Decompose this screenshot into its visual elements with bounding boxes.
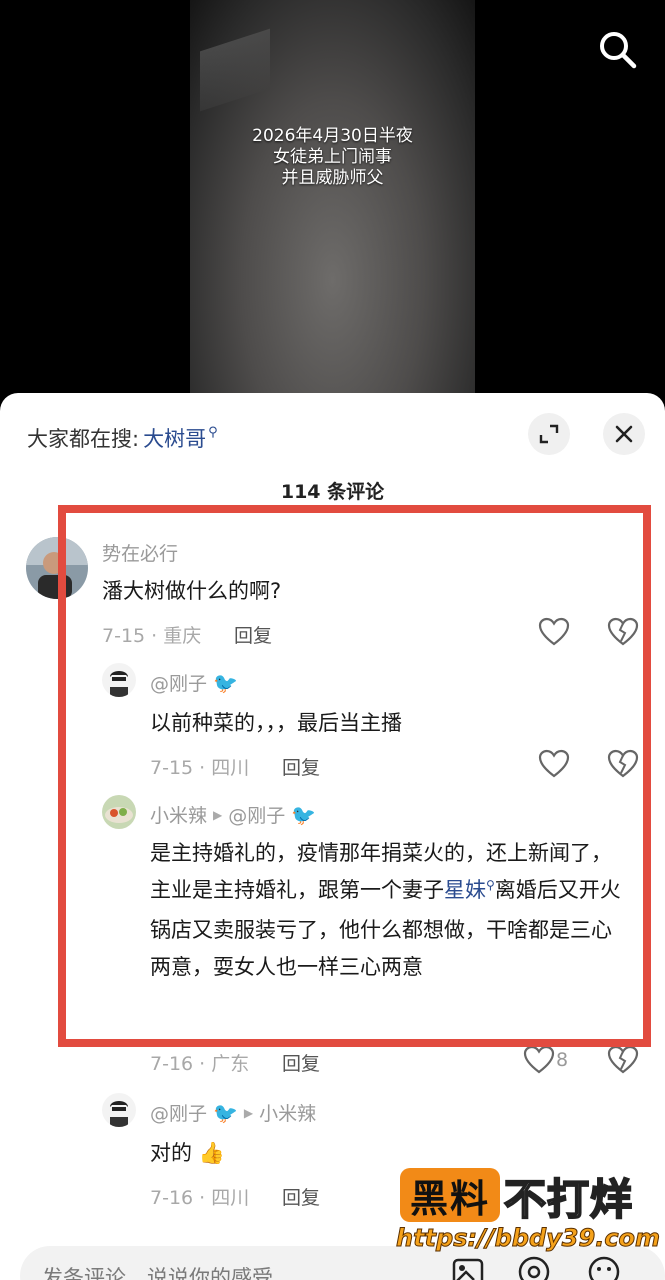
dislike-button[interactable] [606,615,640,649]
broken-heart-icon [607,1045,639,1074]
video-frame [190,0,475,400]
watermark: 黑料 不打烊 https://bbdy39.com [395,1166,661,1266]
reply-button[interactable]: 回复 [282,1049,320,1076]
reply-username[interactable]: @刚子 🐦 ▶ 小米辣 [150,1099,316,1126]
caption-line-2: 女徒弟上门闹事 [273,147,392,167]
caption-line-1: 2026年4月30日半夜 [252,126,413,146]
like-button[interactable] [522,1043,556,1077]
comment-text: 潘大树做什么的啊? [102,579,282,603]
video-caption: 2026年4月30日半夜 女徒弟上门闹事 并且威胁师父 [190,126,475,189]
reply-arrow-icon: ▶ [243,1105,254,1120]
expand-icon [539,424,559,444]
reply-text: 对的 👍 [150,1135,225,1172]
heart-icon [523,1045,555,1074]
reply-button[interactable]: 回复 [234,621,272,648]
inline-keyword-link[interactable]: 星妹 [444,878,486,902]
avatar[interactable] [102,1093,136,1127]
reply-arrow-icon: ▶ [213,807,223,822]
reply-username[interactable]: @刚子 🐦 [150,669,238,696]
reply-to-username: @刚子 [228,805,286,827]
hot-search-keyword[interactable]: 大树哥 [143,423,206,453]
watermark-badge: 黑料 [400,1168,500,1222]
broken-heart-icon [607,749,639,778]
like-count: 8 [556,1049,569,1071]
heart-icon [538,749,570,778]
dislike-button[interactable] [606,747,640,781]
search-button[interactable] [596,28,638,70]
reply-text: 以前种菜的，，，最后当主播 [150,711,402,735]
avatar[interactable] [102,663,136,697]
reply-text-content: 对的 [150,1141,192,1165]
reply-username[interactable]: 小米辣 ▶ @刚子 🐦 [150,801,316,828]
like-button[interactable] [537,615,571,649]
close-button[interactable] [603,413,645,455]
comment-sheet: 大家都在搜: 大树哥 ⚲ 114 条评论 势在必行 潘大树做什么的啊? 7-15… [0,393,665,1280]
avatar[interactable] [102,795,136,829]
reply-text: 是主持婚礼的，疫情那年捐菜火的，还上新闻了，主业是主持婚礼，跟第一个妻子星妹⚲离… [150,835,630,986]
reply-username-text: @刚子 [150,673,208,695]
search-small-icon: ⚲ [486,878,495,892]
reply-username-text: 小米辣 [150,805,208,827]
reply-button[interactable]: 回复 [282,1183,320,1210]
reply-username-text: @刚子 [150,1103,208,1125]
comment-username[interactable]: 势在必行 [102,539,178,566]
like-button[interactable] [537,747,571,781]
watermark-url: https://bbdy39.com [395,1224,661,1253]
video-player[interactable]: 2026年4月30日半夜 女徒弟上门闹事 并且威胁师父 [0,0,665,400]
bird-icon: 🐦 [213,670,238,695]
reply-button[interactable]: 回复 [282,753,320,780]
comments-count-title: 114 条评论 [280,481,385,503]
expand-button[interactable] [528,413,570,455]
reply-date-location: 7-15 · 四川 [150,757,250,779]
thumbs-up-icon: 👍 [198,1141,225,1165]
reply-to-username: 小米辣 [259,1103,317,1125]
hot-search-prefix: 大家都在搜: [27,427,140,451]
broken-heart-icon [607,617,639,646]
heart-icon [538,617,570,646]
reply-date-location: 7-16 · 广东 [150,1053,250,1075]
bird-icon: 🐦 [291,802,317,827]
comment-input[interactable]: 发条评论，说说你的感受 [42,1262,273,1280]
dislike-button[interactable] [606,1043,640,1077]
reply-date-location: 7-16 · 四川 [150,1187,250,1209]
video-background-rail [200,28,270,112]
caption-line-3: 并且威胁师父 [281,168,384,188]
close-icon [615,425,633,443]
hot-search[interactable]: 大家都在搜: 大树哥 ⚲ [27,423,218,453]
watermark-text: 不打烊 [503,1174,634,1225]
search-icon [600,32,637,69]
comment-date-location: 7-15 · 重庆 [102,625,202,647]
avatar[interactable] [26,537,88,599]
search-small-icon: ⚲ [208,424,218,440]
bird-icon: 🐦 [213,1100,238,1125]
